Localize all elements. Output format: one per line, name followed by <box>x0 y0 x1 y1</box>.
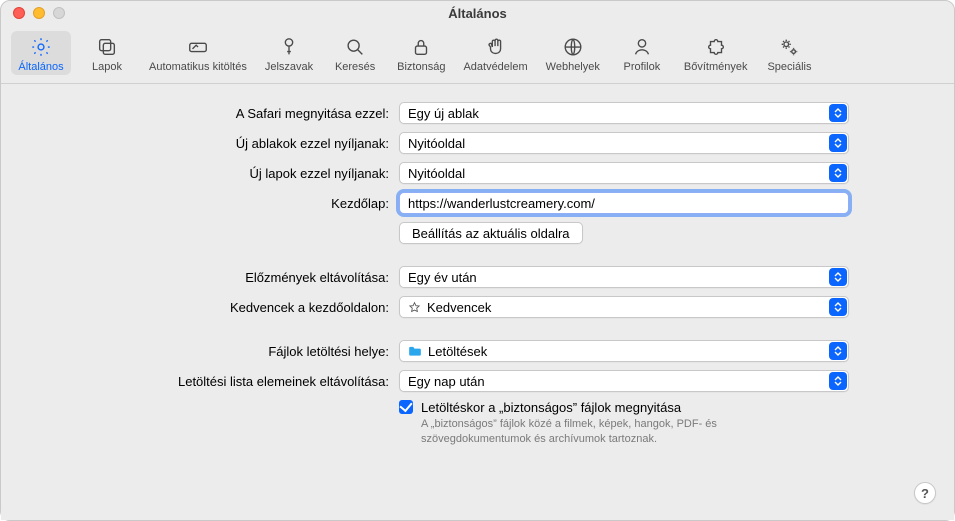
hand-icon <box>485 35 507 59</box>
toolbar-label: Adatvédelem <box>463 61 527 73</box>
chevron-updown-icon <box>829 104 847 122</box>
chevron-updown-icon <box>829 372 847 390</box>
remove-download-list-label: Letöltési lista elemeinek eltávolítása: <box>39 374 399 389</box>
toolbar-label: Keresés <box>335 61 375 73</box>
toolbar-item-privacy[interactable]: Adatvédelem <box>457 31 533 75</box>
toolbar-item-passwords[interactable]: Jelszavak <box>259 31 319 75</box>
toolbar-item-websites[interactable]: Webhelyek <box>540 31 606 75</box>
toolbar-label: Webhelyek <box>546 61 600 73</box>
chevron-updown-icon <box>829 342 847 360</box>
new-tabs-select[interactable]: Nyitóoldal <box>399 162 849 184</box>
open-safe-files-checkbox[interactable] <box>399 400 413 414</box>
toolbar-label: Jelszavak <box>265 61 313 73</box>
open-safe-files-label: Letöltéskor a „biztonságos” fájlok megny… <box>421 400 849 415</box>
toolbar-item-advanced[interactable]: Speciális <box>759 31 819 75</box>
titlebar: Általános <box>1 1 954 25</box>
toolbar-item-extensions[interactable]: Bővítmények <box>678 31 754 75</box>
toolbar-label: Automatikus kitöltés <box>149 61 247 73</box>
window-title: Általános <box>1 6 954 21</box>
homepage-label: Kezdőlap: <box>39 196 399 211</box>
new-windows-label: Új ablakok ezzel nyíljanak: <box>39 136 399 151</box>
remove-download-list-select[interactable]: Egy nap után <box>399 370 849 392</box>
toolbar-label: Biztonság <box>397 61 445 73</box>
chevron-updown-icon <box>829 164 847 182</box>
toolbar-label: Speciális <box>767 61 811 73</box>
pencil-field-icon <box>186 35 210 59</box>
toolbar-label: Általános <box>18 61 63 73</box>
globe-icon <box>562 35 584 59</box>
download-location-select[interactable]: Letöltések <box>399 340 849 362</box>
help-button[interactable]: ? <box>914 482 936 504</box>
toolbar-item-security[interactable]: Biztonság <box>391 31 451 75</box>
open-with-select[interactable]: Egy új ablak <box>399 102 849 124</box>
preferences-window: Általános Általános Lapok Automatikus ki… <box>0 0 955 521</box>
toolbar-item-tabs[interactable]: Lapok <box>77 31 137 75</box>
toolbar-label: Profilok <box>624 61 661 73</box>
search-icon <box>344 35 366 59</box>
new-windows-select[interactable]: Nyitóoldal <box>399 132 849 154</box>
open-safe-files-hint: A „biztonságos” fájlok közé a filmek, ké… <box>421 417 781 447</box>
toolbar-label: Lapok <box>92 61 122 73</box>
new-tabs-label: Új lapok ezzel nyíljanak: <box>39 166 399 181</box>
puzzle-icon <box>705 35 727 59</box>
chevron-updown-icon <box>829 298 847 316</box>
remove-history-label: Előzmények eltávolítása: <box>39 270 399 285</box>
preferences-toolbar: Általános Lapok Automatikus kitöltés Jel… <box>1 25 954 84</box>
open-with-label: A Safari megnyitása ezzel: <box>39 106 399 121</box>
toolbar-item-search[interactable]: Keresés <box>325 31 385 75</box>
chevron-updown-icon <box>829 268 847 286</box>
star-icon <box>408 301 421 314</box>
toolbar-item-profiles[interactable]: Profilok <box>612 31 672 75</box>
toolbar-item-autofill[interactable]: Automatikus kitöltés <box>143 31 253 75</box>
download-location-label: Fájlok letöltési helye: <box>39 344 399 359</box>
remove-history-select[interactable]: Egy év után <box>399 266 849 288</box>
set-to-current-page-button[interactable]: Beállítás az aktuális oldalra <box>399 222 583 244</box>
toolbar-item-general[interactable]: Általános <box>11 31 71 75</box>
favorites-label: Kedvencek a kezdőoldalon: <box>39 300 399 315</box>
lock-icon <box>410 35 432 59</box>
person-icon <box>631 35 653 59</box>
tabs-icon <box>96 35 118 59</box>
general-pane: A Safari megnyitása ezzel: Egy új ablak … <box>1 84 954 520</box>
favorites-select[interactable]: Kedvencek <box>399 296 849 318</box>
folder-icon <box>408 345 422 357</box>
key-icon <box>278 35 300 59</box>
homepage-input[interactable] <box>399 192 849 214</box>
chevron-updown-icon <box>829 134 847 152</box>
gear-icon <box>30 35 52 59</box>
toolbar-label: Bővítmények <box>684 61 748 73</box>
gears-icon <box>777 35 801 59</box>
